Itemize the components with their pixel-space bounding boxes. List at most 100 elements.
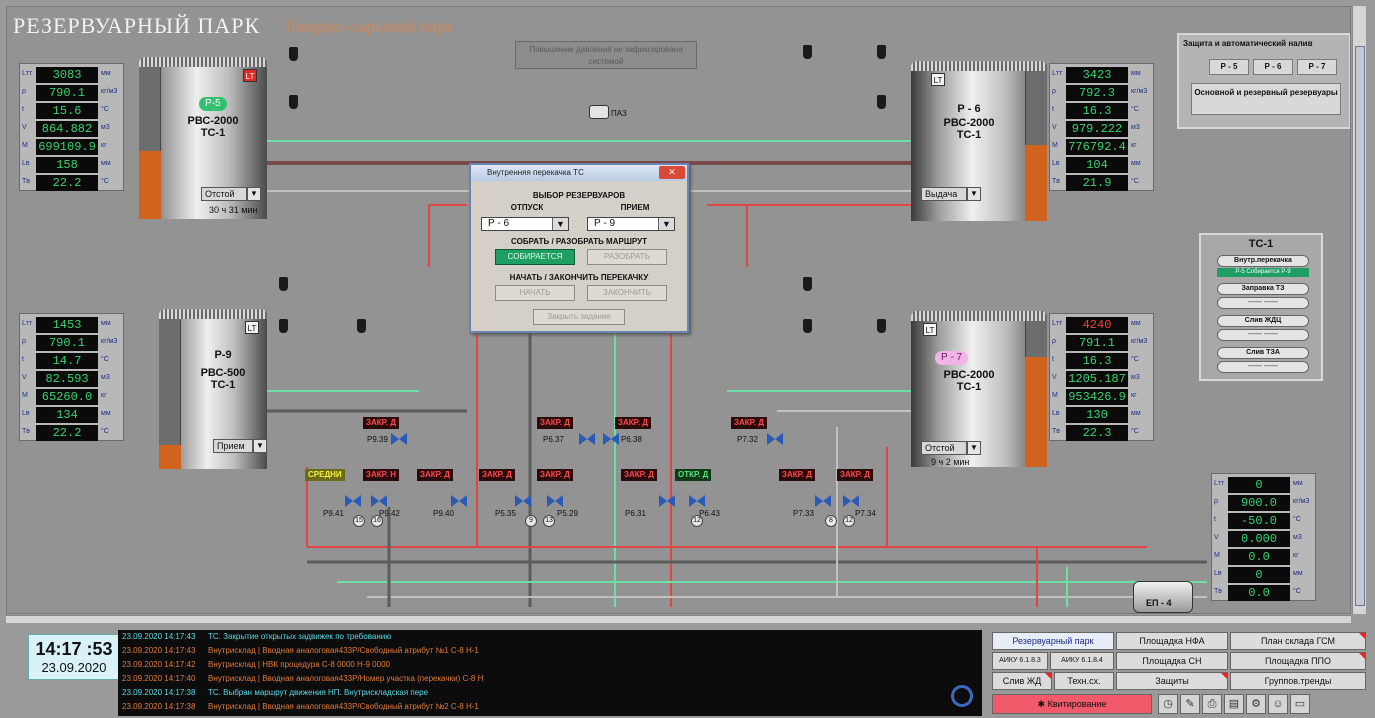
readout-value[interactable]: 1453 [36,317,98,333]
readout-value[interactable]: 21.9 [1066,175,1128,191]
protection-p7-button[interactable]: Р - 7 [1297,59,1337,75]
readout-value[interactable]: 0.0 [1228,549,1290,565]
nav-ppo-site[interactable]: Площадка ППО [1230,652,1366,670]
level-transmitter-icon[interactable]: LT [923,323,937,336]
nav-aiku-3[interactable]: АИКУ 6.1.8.3 [992,652,1048,670]
readout-value[interactable]: 0 [1228,567,1290,583]
event-log[interactable]: 23.09.2020 14:17:43 ТС. Закрытие открытых… [118,630,982,716]
nav-nfa-site[interactable]: Площадка НФА [1116,632,1228,650]
log-entry[interactable]: 23.09.2020 14:17:43 Внутрисклад | Вводная… [118,644,982,658]
level-transmitter-icon[interactable]: LT [931,73,945,86]
valve-p942[interactable] [371,495,387,507]
screen-icon[interactable]: ▭ [1290,694,1310,714]
readout-value[interactable]: 82.593 [36,371,98,387]
nav-gsm-plan[interactable]: План склада ГСМ [1230,632,1366,650]
close-task-button[interactable]: Закрыть задание [533,309,625,325]
readout-value[interactable]: 979.222 [1066,121,1128,137]
readout-value[interactable]: 0.000 [1228,531,1290,547]
readout-value[interactable]: 104 [1066,157,1128,173]
refresh-icon[interactable] [951,685,973,707]
to-tank-select[interactable]: Р - 9 ▼ [587,217,675,231]
valve-p732[interactable] [767,433,783,445]
readout-value[interactable]: 1205.187 [1066,371,1128,387]
readout-value[interactable]: 65260.0 [36,389,98,405]
nav-sn-site[interactable]: Площадка СН [1116,652,1228,670]
tank-mode[interactable]: Отстой ▼ [201,187,261,201]
readout-value[interactable]: 900.0 [1228,495,1290,511]
tz-fill-button[interactable]: Заправка ТЗ [1217,283,1309,295]
nav-protections[interactable]: Защиты [1116,672,1228,690]
nav-group-trends[interactable]: Группов.тренды [1230,672,1366,690]
chevron-down-icon[interactable]: ▼ [967,441,981,455]
readout-value[interactable]: 699109.9 [36,139,98,155]
collecting-button[interactable]: СОБИРАЕТСЯ [495,249,575,265]
valve-p733[interactable] [815,495,831,507]
readout-value[interactable]: 790.1 [36,335,98,351]
tank-p5[interactable]: LT Р-5 РВС-2000 ТС-1 Отстой ▼ 30 ч 31 мин [139,57,267,219]
protection-p6-button[interactable]: Р - 6 [1253,59,1293,75]
readout-value[interactable]: 15.6 [36,103,98,119]
report-icon[interactable]: ▤ [1224,694,1244,714]
nav-rail-drain[interactable]: Слив ЖД [992,672,1052,690]
nav-aiku-4[interactable]: АИКУ 6.1.8.4 [1050,652,1114,670]
valve-p643[interactable] [689,495,705,507]
valve-p535[interactable] [515,495,531,507]
log-entry[interactable]: 23.09.2020 14:17:38 ТС. Выбран маршрут дв… [118,686,982,700]
chevron-down-icon[interactable]: ▼ [253,439,267,453]
close-icon[interactable]: ✕ [659,166,685,179]
settings-icon[interactable]: ⚙ [1246,694,1266,714]
finish-transfer-button[interactable]: ЗАКОНЧИТЬ [587,285,667,301]
print-icon[interactable]: ⎙ [1202,694,1222,714]
readout-value[interactable]: 134 [36,407,98,423]
readout-value[interactable]: 0.0 [1228,585,1290,601]
zhdc-drain-button[interactable]: Слив ЖДЦ [1217,315,1309,327]
log-entry[interactable]: 23.09.2020 14:17:40 Внутрисклад | Вводная… [118,672,982,686]
chevron-down-icon[interactable]: ▼ [967,187,981,201]
pen-icon[interactable]: ✎ [1180,694,1200,714]
chevron-down-icon[interactable]: ▼ [552,218,568,230]
readout-value[interactable]: 16.3 [1066,103,1128,119]
readout-value[interactable]: 16.3 [1066,353,1128,369]
pump-ep4[interactable]: ЕП - 4 [1133,581,1193,613]
from-tank-select[interactable]: Р - 6 ▼ [481,217,569,231]
tank-mode[interactable]: Выдача ▼ [921,187,981,201]
acknowledge-button[interactable]: ✱ Квитирование [992,694,1152,714]
tank-mode[interactable]: Прием ▼ [213,439,267,453]
readout-value[interactable]: 22.3 [1066,425,1128,441]
vertical-scrollbar[interactable] [1352,6,1366,614]
readout-value[interactable]: 792.3 [1066,85,1128,101]
start-transfer-button[interactable]: НАЧАТЬ [495,285,575,301]
user-icon[interactable]: ☺ [1268,694,1288,714]
scrollbar-thumb[interactable] [1355,46,1365,606]
readout-value[interactable]: -50.0 [1228,513,1290,529]
internal-transfer-button[interactable]: Внутр.перекачка [1217,255,1309,267]
main-reserve-tanks-button[interactable]: Основной и резервный резервуары [1191,83,1341,115]
readout-value[interactable]: 776792.4 [1066,139,1128,155]
valve-p941[interactable] [345,495,361,507]
protection-p5-button[interactable]: Р - 5 [1209,59,1249,75]
dialog-titlebar[interactable]: Внутренняя перекачка ТС ✕ [471,165,687,181]
tank-p6[interactable]: LT Р - 6 РВС-2000 ТС-1 Выдача ▼ [911,61,1047,221]
readout-value[interactable]: 953426.9 [1066,389,1128,405]
valve-p940[interactable] [451,495,467,507]
valve-p529[interactable] [547,495,563,507]
tank-p7[interactable]: LT Р - 7 РВС-2000 ТС-1 Отстой ▼ 9 ч 2 мин [911,311,1047,467]
readout-value[interactable]: 14.7 [36,353,98,369]
readout-value[interactable]: 130 [1066,407,1128,423]
level-transmitter-icon[interactable]: LT [243,69,257,82]
log-entry[interactable]: 23.09.2020 14:17:42 Внутрисклад | НВК про… [118,658,982,672]
readout-value[interactable]: 864.882 [36,121,98,137]
readout-value[interactable]: 791.1 [1066,335,1128,351]
log-entry[interactable]: 23.09.2020 14:17:43 ТС. Закрытие открытых… [118,630,982,644]
readout-value[interactable]: 22.2 [36,175,98,191]
readout-value[interactable]: 4240 [1066,317,1128,333]
readout-value[interactable]: 158 [36,157,98,173]
tza-drain-button[interactable]: Слив ТЗА [1217,347,1309,359]
history-icon[interactable]: ◷ [1158,694,1178,714]
valve-p637[interactable] [579,433,595,445]
valve-p939[interactable] [391,433,407,445]
log-entry[interactable]: 23.09.2020 14:17:38 Внутрисклад | Вводная… [118,700,982,714]
readout-value[interactable]: 3423 [1066,67,1128,83]
readout-value[interactable]: 790.1 [36,85,98,101]
level-transmitter-icon[interactable]: LT [245,321,259,334]
